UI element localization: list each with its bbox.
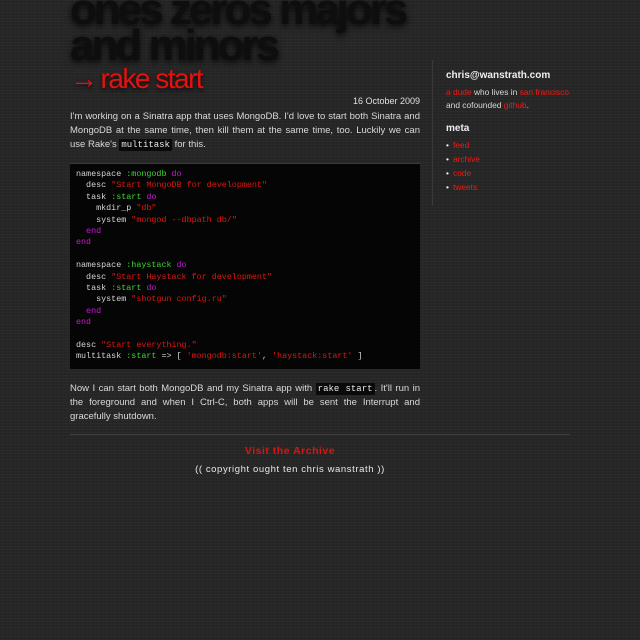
code-token-plain: system (76, 294, 132, 305)
code-token-sym: :start (126, 351, 157, 362)
code-token-kw: end (76, 237, 92, 248)
code-token-plain: desc (76, 271, 112, 282)
code-token-str: "Start MongoDB for development" (111, 180, 267, 191)
code-token-plain: => [ (156, 351, 187, 362)
code-line: namespace :mongodb do (76, 169, 414, 180)
code-token-plain: mkdir_p (76, 203, 137, 214)
bullet-icon: • (446, 140, 449, 150)
code-line: multitask :start => [ 'mongodb:start', '… (76, 351, 414, 362)
code-token-plain: system (76, 214, 132, 225)
post-intro-paragraph: I'm working on a Sinatra app that uses M… (70, 110, 420, 152)
code-token-kw: do (141, 282, 157, 293)
meta-link-feed[interactable]: feed (453, 140, 469, 150)
sidebar: chris@wanstrath.com a dude who lives in … (432, 60, 583, 206)
code-line: task :start do (76, 192, 414, 203)
meta-link-code[interactable]: code (453, 168, 471, 178)
meta-link-archive[interactable]: archive (453, 154, 480, 164)
outro-text: Now I can start both MongoDB and my Sina… (70, 383, 316, 394)
meta-item-code: • code (446, 166, 480, 180)
meta-list: • feed • archive • code • tweets (446, 138, 480, 194)
bio-text-3: . (526, 99, 529, 110)
code-token-plain: namespace (76, 169, 127, 179)
code-token-sym: :mongodb (126, 169, 167, 179)
copyright: (( copyright ought ten chris wanstrath )… (195, 464, 385, 475)
bio-text-2: and cofounded (446, 99, 504, 110)
code-token-plain: , (261, 351, 273, 362)
code-line: desc "Start Haystack for development" (76, 272, 414, 283)
meta-item-feed: • feed (446, 138, 480, 152)
code-token-str: "db" (136, 203, 157, 214)
archive-link[interactable]: Visit the Archive (70, 445, 510, 457)
code-token-plain: multitask (76, 351, 127, 362)
code-line: desc "Start MongoDB for development" (76, 180, 414, 191)
bio-text-1: who lives in (471, 87, 520, 97)
code-token-kw: end (76, 317, 92, 328)
code-token-plain: task (76, 191, 112, 202)
code-token-kw: do (171, 260, 187, 271)
code-token-sym: :start (111, 282, 142, 293)
code-token-str: "Start everything." (101, 339, 197, 350)
code-token-str: "shotgun config.ru" (131, 294, 227, 305)
bullet-icon: • (446, 154, 449, 164)
code-line: end (76, 226, 414, 237)
footer-divider (70, 434, 570, 435)
meta-heading: meta (446, 123, 470, 134)
post-title[interactable]: → rake start (70, 62, 204, 96)
code-token-plain: task (76, 282, 112, 293)
post-outro-paragraph: Now I can start both MongoDB and my Sina… (70, 382, 420, 424)
code-token-plain: ] (352, 351, 363, 362)
meta-item-archive: • archive (446, 152, 480, 166)
meta-link-tweets[interactable]: tweets (453, 182, 477, 192)
code-line: end (76, 306, 414, 317)
bullet-icon: • (446, 168, 449, 178)
code-line: system "mongod --dbpath db/" (76, 215, 414, 226)
author-email: chris@wanstrath.com (446, 70, 551, 81)
intro-text-end: for this. (171, 139, 206, 150)
code-token-kw: do (141, 191, 157, 202)
bullet-icon: • (446, 182, 449, 192)
code-line: task :start do (76, 283, 414, 294)
code-token-plain: desc (76, 339, 102, 350)
code-line: end (76, 237, 414, 248)
meta-item-tweets: • tweets (446, 180, 480, 194)
code-token-str: "mongod --dbpath db/" (131, 214, 237, 225)
author-bio: a dude who lives in san francisco and co… (446, 86, 582, 111)
code-token-kw: end (76, 225, 102, 236)
inline-code-multitask: multitask (119, 139, 172, 151)
arrow-icon: → (70, 63, 98, 94)
code-token-sym: :haystack (126, 260, 172, 271)
code-line: end (76, 317, 414, 328)
code-line: desc "Start everything." (76, 340, 414, 351)
inline-code-rake-start: rake start (315, 383, 375, 395)
post-date: 16 October 2009 (352, 96, 420, 106)
code-token-str: 'mongodb:start' (186, 351, 262, 362)
code-token-kw: do (166, 169, 182, 179)
code-token-kw: end (76, 305, 102, 316)
code-line: namespace :haystack do (76, 260, 414, 271)
code-token-plain: namespace (76, 260, 127, 271)
code-token-str: "Start Haystack for development" (111, 271, 273, 282)
code-token-sym: :start (111, 191, 142, 202)
bio-link-san-francisco[interactable]: san francisco (520, 87, 569, 97)
code-block: namespace :mongodb do desc "Start MongoD… (70, 163, 420, 369)
code-line: mkdir_p "db" (76, 203, 414, 214)
bio-link-dude[interactable]: a dude (446, 87, 472, 97)
bio-link-github[interactable]: github (504, 100, 527, 110)
blog-title[interactable]: ones zeros majors and minors (70, 0, 540, 68)
code-token-plain: desc (76, 180, 112, 191)
code-token-str: 'haystack:start' (272, 351, 353, 362)
post-title-text: rake start (100, 63, 204, 94)
code-line: system "shotgun config.ru" (76, 294, 414, 305)
